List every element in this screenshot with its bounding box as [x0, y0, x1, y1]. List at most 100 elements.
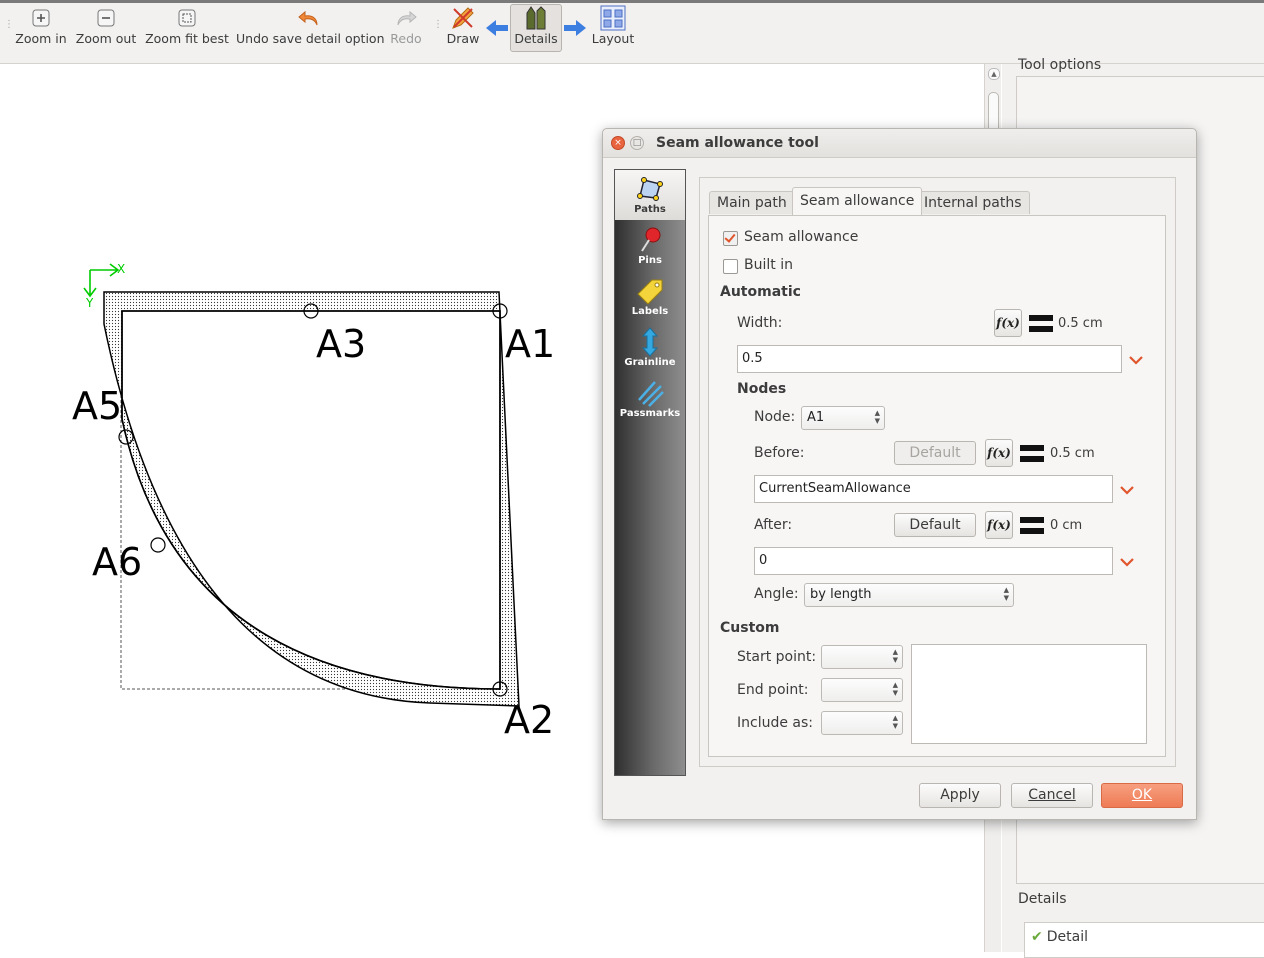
- sidebar-item-paths[interactable]: Paths: [615, 170, 685, 220]
- expand-width-chevron-icon[interactable]: [1129, 355, 1143, 365]
- built-in-label: Built in: [744, 257, 793, 273]
- passmarks-icon: [638, 381, 664, 407]
- axis-y-label: Y: [86, 296, 94, 310]
- cancel-button[interactable]: Cancel: [1011, 783, 1093, 808]
- arrow-left-icon: [486, 20, 508, 36]
- tab-seam-allowance[interactable]: Seam allowance: [792, 187, 923, 215]
- point-label-a5: A5: [72, 384, 123, 428]
- details-mode-button[interactable]: Details: [510, 4, 562, 52]
- dialog-titlebar[interactable]: × □ Seam allowance tool: [603, 129, 1196, 158]
- spin-arrows-icon: ▲ ▼: [874, 409, 880, 425]
- toolbar-grip[interactable]: ⋮: [4, 20, 14, 30]
- zoom-fit-best-button[interactable]: Zoom fit best: [144, 5, 230, 51]
- seam-allowance-label: Seam allowance: [744, 229, 859, 245]
- include-as-label: Include as:: [737, 715, 814, 731]
- point-label-a6: A6: [92, 540, 143, 584]
- expand-before-chevron-icon[interactable]: [1120, 485, 1134, 495]
- axis-x-label: X: [117, 262, 126, 276]
- sidebar-item-labels[interactable]: Labels: [615, 272, 685, 322]
- node-A6: [150, 537, 166, 553]
- spin-arrows-icon: ▲ ▼: [892, 681, 898, 697]
- before-formula-button[interactable]: f(x): [985, 439, 1013, 467]
- details-title: Details: [1018, 891, 1067, 907]
- apply-button[interactable]: Apply: [919, 783, 1001, 808]
- undo-icon: [298, 10, 318, 26]
- after-default-button[interactable]: Default: [894, 513, 976, 537]
- after-label: After:: [754, 517, 793, 533]
- start-point-select[interactable]: ▲ ▼: [821, 645, 903, 669]
- width-value: 0.5 cm: [1058, 316, 1103, 331]
- nodes-heading: Nodes: [737, 381, 787, 397]
- spin-arrows-icon: ▲ ▼: [892, 648, 898, 664]
- undo-button[interactable]: Undo save detail option: [236, 5, 385, 51]
- custom-heading: Custom: [720, 620, 780, 636]
- sidebar-item-pins[interactable]: Pins: [615, 221, 685, 271]
- after-value: 0 cm: [1050, 518, 1083, 533]
- label-tag-icon: [637, 279, 663, 305]
- width-formula-input[interactable]: 0.5: [737, 345, 1122, 373]
- sidebar-item-grainline[interactable]: Grainline: [615, 323, 685, 373]
- equals-icon: [1020, 517, 1044, 535]
- built-in-checkbox[interactable]: [723, 259, 738, 274]
- before-label: Before:: [754, 445, 805, 461]
- details-icon: [526, 6, 546, 30]
- paths-icon: [637, 177, 663, 201]
- details-list-item[interactable]: ✔ Detail: [1031, 929, 1088, 945]
- point-label-a3: A3: [316, 322, 367, 366]
- maximize-icon[interactable]: □: [630, 136, 644, 150]
- after-formula-input[interactable]: 0: [754, 547, 1113, 575]
- spin-arrows-icon: ▲ ▼: [892, 714, 898, 730]
- main-toolbar: ⋮ Zoom in Zoom out Zoom fit best Undo sa…: [0, 0, 1264, 64]
- angle-select[interactable]: by length ▲ ▼: [804, 583, 1014, 607]
- close-icon[interactable]: ×: [611, 136, 625, 150]
- pin-icon: [641, 227, 661, 252]
- layout-mode-button[interactable]: Layout: [588, 5, 638, 51]
- redo-icon: [397, 10, 417, 26]
- equals-icon: [1020, 445, 1044, 463]
- spin-arrows-icon: ▲ ▼: [1003, 586, 1009, 602]
- angle-label: Angle:: [754, 586, 799, 602]
- axis-origin: [83, 263, 120, 298]
- end-point-select[interactable]: ▲ ▼: [821, 678, 903, 702]
- redo-button[interactable]: Redo: [386, 5, 426, 51]
- include-as-select[interactable]: ▲ ▼: [821, 711, 903, 735]
- width-formula-button[interactable]: f(x): [994, 309, 1022, 337]
- width-label: Width:: [737, 315, 783, 331]
- zoom-fit-icon: [178, 9, 196, 27]
- point-label-a1: A1: [505, 322, 556, 366]
- tab-main-path[interactable]: Main path: [709, 191, 795, 214]
- automatic-heading: Automatic: [720, 284, 801, 300]
- tab-internal-paths[interactable]: Internal paths: [916, 191, 1030, 214]
- zoom-out-button[interactable]: Zoom out: [74, 5, 138, 51]
- node-select[interactable]: A1 ▲ ▼: [801, 406, 885, 430]
- grainline-icon: [641, 327, 659, 357]
- equals-icon: [1029, 315, 1053, 333]
- before-default-button[interactable]: Default: [894, 441, 976, 465]
- ok-button[interactable]: OK: [1101, 783, 1183, 808]
- bounding-rect: [120, 310, 500, 690]
- zoom-out-icon: [97, 9, 115, 27]
- layout-icon: [600, 5, 626, 31]
- zoom-in-button[interactable]: Zoom in: [14, 5, 68, 51]
- after-formula-button[interactable]: f(x): [985, 511, 1013, 539]
- arrow-right-icon: [564, 20, 586, 36]
- point-label-a2: A2: [504, 698, 555, 742]
- seam-allowance-checkbox[interactable]: [723, 231, 738, 246]
- seam-allowance-dialog: × □ Seam allowance tool Paths Pins Label…: [602, 128, 1197, 820]
- scroll-up-icon[interactable]: ▲: [988, 68, 1000, 80]
- dialog-title: Seam allowance tool: [656, 135, 819, 151]
- end-point-label: End point:: [737, 682, 809, 698]
- node-label: Node:: [754, 409, 796, 425]
- before-formula-input[interactable]: CurrentSeamAllowance: [754, 475, 1113, 503]
- check-icon: ✔: [1031, 929, 1043, 945]
- before-value: 0.5 cm: [1050, 446, 1095, 461]
- dialog-sidebar: Paths Pins Labels Grainline Passmarks: [614, 169, 686, 776]
- sidebar-item-passmarks[interactable]: Passmarks: [615, 374, 685, 424]
- custom-seam-allowance-list[interactable]: [911, 644, 1147, 744]
- tool-options-title: Tool options: [1018, 57, 1102, 73]
- draw-mode-button[interactable]: Draw: [442, 5, 484, 51]
- expand-after-chevron-icon[interactable]: [1120, 557, 1134, 567]
- draw-icon: [452, 7, 474, 29]
- details-list: ✔ Detail: [1024, 922, 1264, 958]
- start-point-label: Start point:: [737, 649, 817, 665]
